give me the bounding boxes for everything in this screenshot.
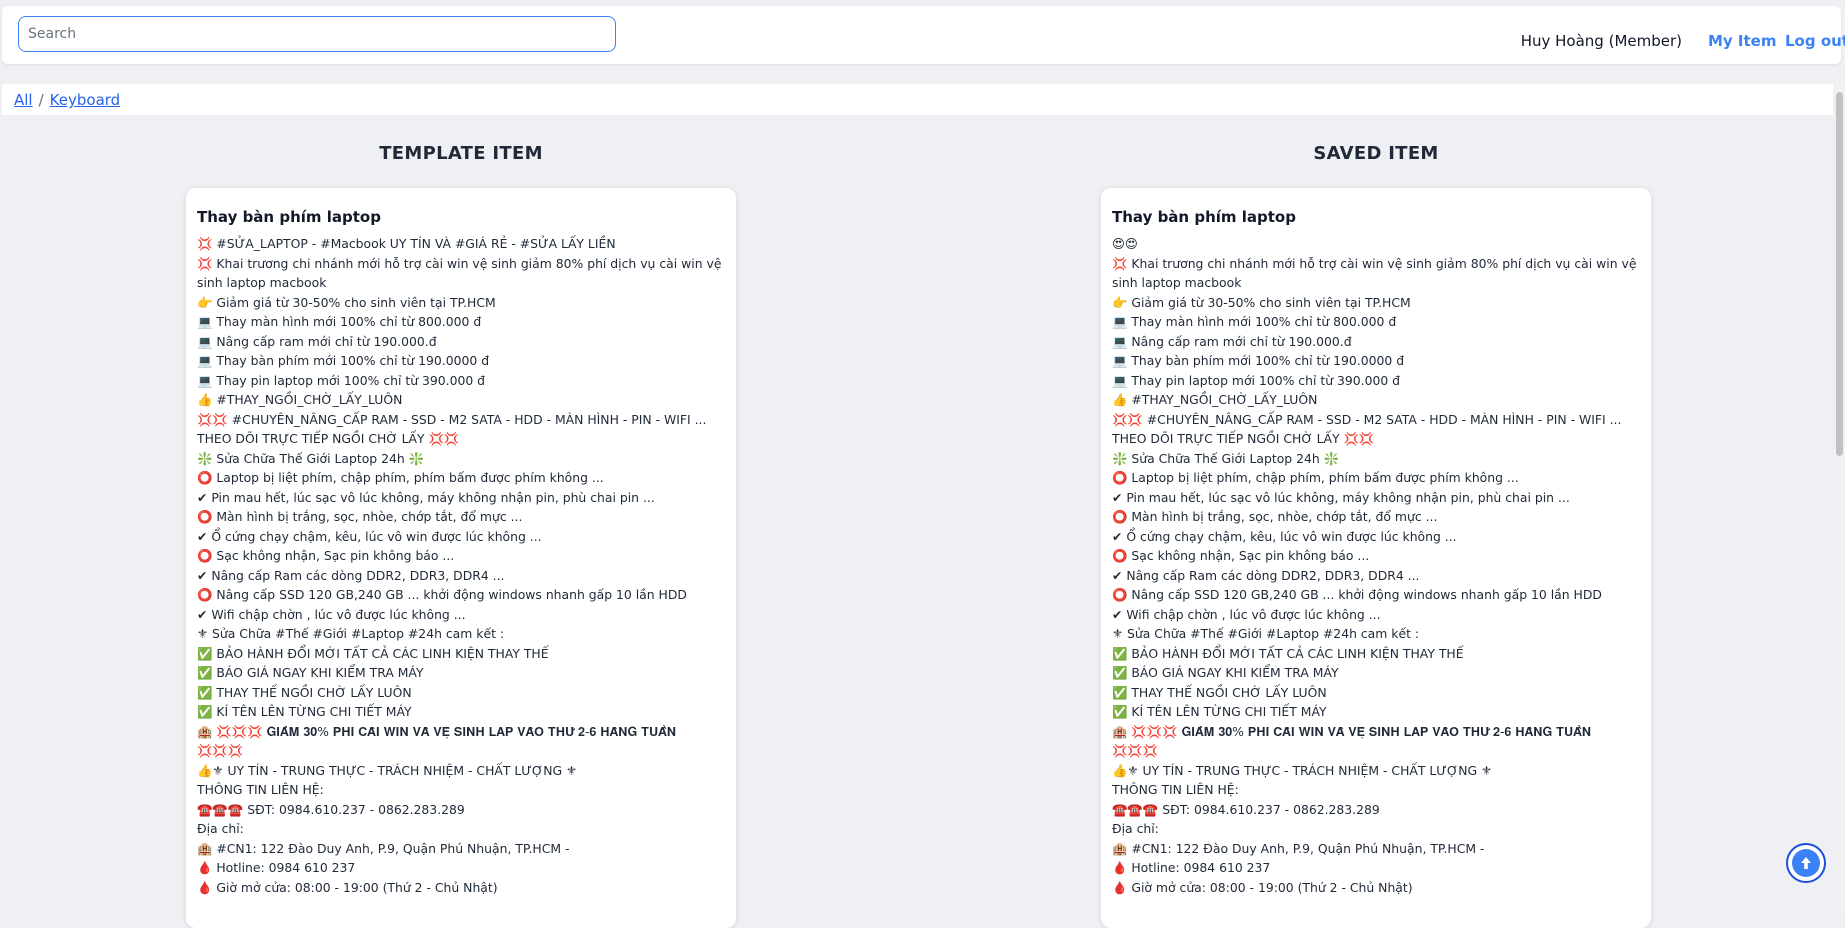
arrow-up-icon xyxy=(1792,849,1820,877)
description-line: ✅ BẢO HÀNH ĐỔI MỚI TẤT CẢ CÁC LINH KIỆN … xyxy=(1112,645,1464,661)
description-line: THÔNG TIN LIÊN HỆ: xyxy=(1112,782,1239,797)
description-line: 💢💢 #CHUYÊN_NÂNG_CẤP RAM - SSD - M2 SATA … xyxy=(1112,411,1622,447)
description-line: 💻 Thay màn hình mới 100% chỉ từ 800.000 … xyxy=(197,314,482,329)
description-line: 🏨 #CN1: 122 Đào Duy Anh, P.9, Quận Phú N… xyxy=(1112,840,1485,856)
template-item-description: 💢 #SỬA_LAPTOP - #Macbook UY TÍN VÀ #GIÁ … xyxy=(197,234,726,897)
description-line: 🩸 Hotline: 0984 610 237 xyxy=(1112,860,1271,875)
template-item-title: Thay bàn phím laptop xyxy=(197,208,381,226)
breadcrumb-separator: / xyxy=(38,91,44,109)
description-line: 💢💢 #CHUYÊN_NÂNG_CẤP RAM - SSD - M2 SATA … xyxy=(197,411,707,447)
description-line: ✅ KÍ TÊN LÊN TỪNG CHI TIẾT MÁY xyxy=(1112,704,1327,719)
description-line: ✅ BẢO HÀNH ĐỔI MỚI TẤT CẢ CÁC LINH KIỆN … xyxy=(197,645,549,661)
description-line: 💻 Thay bàn phím mới 100% chỉ từ 190.0000… xyxy=(1112,353,1405,368)
description-line: 💻 Thay màn hình mới 100% chỉ từ 800.000 … xyxy=(1112,314,1397,329)
description-line: ✅ THAY THẾ NGỒI CHỜ LẤY LUÔN xyxy=(197,684,412,700)
description-line: ✅ THAY THẾ NGỒI CHỜ LẤY LUÔN xyxy=(1112,684,1327,700)
breadcrumb-all-link[interactable]: All xyxy=(14,91,33,109)
saved-item-title: Thay bàn phím laptop xyxy=(1112,208,1296,226)
description-line: ✅ KÍ TÊN LÊN TỪNG CHI TIẾT MÁY xyxy=(197,704,412,719)
description-line: ✔ Ổ cứng chạy chậm, kêu, lúc vô win được… xyxy=(1112,528,1457,544)
description-line: ✔ Nâng cấp Ram các dòng DDR2, DDR3, DDR4… xyxy=(1112,567,1420,583)
description-line: 💢 Khai trương chi nhánh mới hỗ trợ cài w… xyxy=(197,255,722,291)
description-line: ⭕ Sạc không nhận, Sạc pin không báo ... xyxy=(1112,548,1370,563)
description-line: ❇️ Sửa Chữa Thế Giới Laptop 24h ❇️ xyxy=(197,450,425,466)
saved-item-description: 😍😍 💢 Khai trương chi nhánh mới hỗ trợ cài… xyxy=(1112,234,1641,897)
description-line: Địa chỉ: xyxy=(197,821,244,836)
description-line: 👍 #THAY_NGỒI_CHỜ_LẤY_LUÔN xyxy=(1112,392,1318,407)
top-header: Huy Hoàng (Member) My Item Log out xyxy=(2,6,1845,64)
my-item-link[interactable]: My Item xyxy=(1708,32,1776,50)
description-line: ⭕ Nâng cấp SSD 120 GB,240 GB ... khởi độ… xyxy=(1112,587,1602,602)
description-line: ✅ BÁO GIÁ NGAY KHI KIỂM TRA MÁY xyxy=(197,665,424,680)
description-line: ⚜ Sửa Chữa #Thế #Giới #Laptop #24h cam k… xyxy=(197,626,505,641)
page-scrollbar[interactable] xyxy=(1835,78,1845,909)
description-line: 👉 Giảm giá từ 30-50% cho sinh viên tại T… xyxy=(1112,294,1411,310)
description-line: ⭕ Màn hình bị trắng, sọc, nhòe, chớp tắt… xyxy=(197,509,523,524)
description-line: 💢 #SỬA_LAPTOP - #Macbook UY TÍN VÀ #GIÁ … xyxy=(197,236,616,251)
description-line: 🩸 Hotline: 0984 610 237 xyxy=(197,860,356,875)
saved-item-heading: SAVED ITEM xyxy=(1313,143,1439,164)
description-line: 🩸 Giờ mở cửa: 08:00 - 19:00 (Thứ 2 - Chủ… xyxy=(1112,879,1413,895)
description-line: 👍 #THAY_NGỒI_CHỜ_LẤY_LUÔN xyxy=(197,392,403,407)
description-line: ⭕ Sạc không nhận, Sạc pin không báo ... xyxy=(197,548,455,563)
description-line: ✔ Ổ cứng chạy chậm, kêu, lúc vô win được… xyxy=(197,528,542,544)
description-line: 💢 Khai trương chi nhánh mới hỗ trợ cài w… xyxy=(1112,255,1637,291)
description-line: ⭕ Nâng cấp SSD 120 GB,240 GB ... khởi độ… xyxy=(197,587,687,602)
description-line: 🏨 #CN1: 122 Đào Duy Anh, P.9, Quận Phú N… xyxy=(197,840,570,856)
description-line: ☎️☎️☎️ SĐT: 0984.610.237 - 0862.283.289 xyxy=(197,801,465,817)
description-line: ❇️ Sửa Chữa Thế Giới Laptop 24h ❇️ xyxy=(1112,450,1340,466)
template-item-card: Thay bàn phím laptop 💢 #SỬA_LAPTOP - #Ma… xyxy=(186,188,736,928)
breadcrumb-bar: All / Keyboard xyxy=(2,84,1833,115)
description-line: 💻 Thay bàn phím mới 100% chỉ từ 190.0000… xyxy=(197,353,490,368)
description-line: 😍😍 xyxy=(1112,236,1138,251)
description-line: 💻 Thay pin laptop mới 100% chỉ từ 390.00… xyxy=(197,372,486,388)
description-line: 🩸 Giờ mở cửa: 08:00 - 19:00 (Thứ 2 - Chủ… xyxy=(197,879,498,895)
saved-item-card: Thay bàn phím laptop 😍😍 💢 Khai trương chi… xyxy=(1101,188,1651,928)
description-line: ⭕ Màn hình bị trắng, sọc, nhòe, chớp tắt… xyxy=(1112,509,1438,524)
description-line: 👍⚜ UY TÍN - TRUNG THỰC - TRÁCH NHIỆM - C… xyxy=(1112,762,1493,778)
user-label: Huy Hoàng (Member) xyxy=(1520,32,1682,50)
description-line: 👉 Giảm giá từ 30-50% cho sinh viên tại T… xyxy=(197,294,496,310)
description-line: ✔ Pin mau hết, lúc sạc vô lúc không, máy… xyxy=(1112,489,1570,505)
description-line: 👍⚜ UY TÍN - TRUNG THỰC - TRÁCH NHIỆM - C… xyxy=(197,762,578,778)
description-line: ⭕ Laptop bị liệt phím, chập phím, phím b… xyxy=(197,470,604,485)
description-line: 🏨 💢💢💢 𝐆𝐈𝐀̉𝐌 𝟑𝟎% 𝐏𝐇𝐈́ 𝐂𝐀̀𝐈 𝐖𝐈𝐍 𝐕𝐀̀ 𝐕𝐄̣̂ 𝐒… xyxy=(197,723,677,759)
description-line: ⭕ Laptop bị liệt phím, chập phím, phím b… xyxy=(1112,470,1519,485)
breadcrumb-keyboard-link[interactable]: Keyboard xyxy=(50,91,121,109)
scrollbar-thumb[interactable] xyxy=(1836,92,1843,456)
description-line: 🏨 💢💢💢 𝐆𝐈𝐀̉𝐌 𝟑𝟎% 𝐏𝐇𝐈́ 𝐂𝐀̀𝐈 𝐖𝐈𝐍 𝐕𝐀̀ 𝐕𝐄̣̂ 𝐒… xyxy=(1112,723,1592,759)
description-line: ✅ BÁO GIÁ NGAY KHI KIỂM TRA MÁY xyxy=(1112,665,1339,680)
description-line: 💻 Nâng cấp ram mới chỉ từ 190.000.đ xyxy=(1112,333,1352,349)
logout-link[interactable]: Log out xyxy=(1785,32,1845,50)
description-line: ⚜ Sửa Chữa #Thế #Giới #Laptop #24h cam k… xyxy=(1112,626,1420,641)
description-line: ✔ Pin mau hết, lúc sạc vô lúc không, máy… xyxy=(197,489,655,505)
description-line: Địa chỉ: xyxy=(1112,821,1159,836)
description-line: ✔ Wifi chập chờn , lúc vô được lúc không… xyxy=(197,606,466,622)
scroll-to-top-button[interactable] xyxy=(1786,843,1826,883)
description-line: ☎️☎️☎️ SĐT: 0984.610.237 - 0862.283.289 xyxy=(1112,801,1380,817)
template-item-heading: TEMPLATE ITEM xyxy=(379,143,543,164)
search-input[interactable] xyxy=(18,16,616,52)
description-line: 💻 Thay pin laptop mới 100% chỉ từ 390.00… xyxy=(1112,372,1401,388)
description-line: ✔ Wifi chập chờn , lúc vô được lúc không… xyxy=(1112,606,1381,622)
description-line: THÔNG TIN LIÊN HỆ: xyxy=(197,782,324,797)
description-line: ✔ Nâng cấp Ram các dòng DDR2, DDR3, DDR4… xyxy=(197,567,505,583)
description-line: 💻 Nâng cấp ram mới chỉ từ 190.000.đ xyxy=(197,333,437,349)
breadcrumb: All / Keyboard xyxy=(14,91,120,109)
